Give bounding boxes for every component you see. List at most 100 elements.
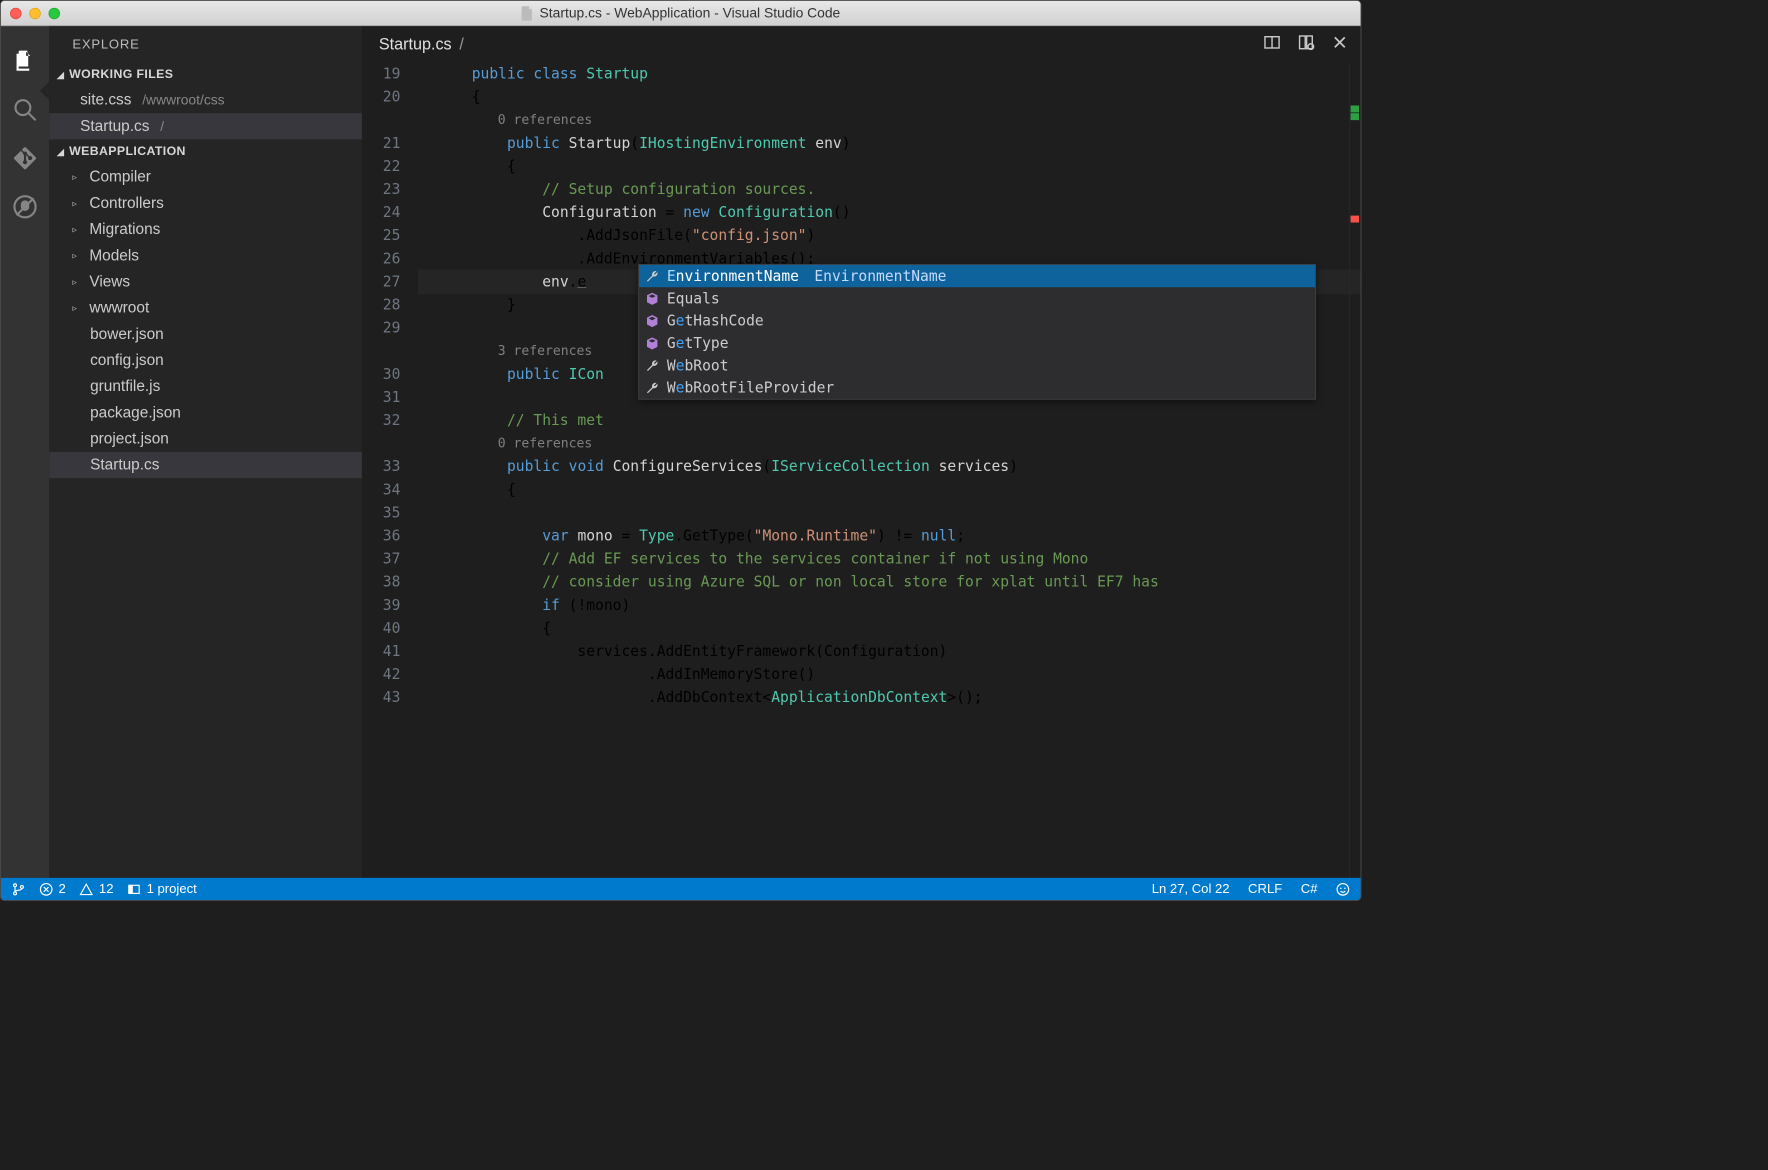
working-file-item[interactable]: site.css/wwwroot/css [49,87,362,113]
activity-explorer[interactable] [1,37,50,86]
working-file-item[interactable]: Startup.cs/ [49,113,362,139]
suggest-widget[interactable]: EnvironmentName EnvironmentNameEqualsGetH… [638,264,1316,400]
code-line: { [419,478,1361,501]
file-name: config.json [90,352,164,370]
folder-name: Compiler [89,168,151,186]
suggest-item[interactable]: WebRootFileProvider [639,377,1315,399]
status-git-sync[interactable] [12,882,26,896]
code-line: .AddInMemoryStore() [419,663,1361,686]
tree-folder[interactable]: ▹Controllers [49,190,362,216]
codelens[interactable]: 0 references [419,109,1361,132]
code-line: .AddJsonFile("config.json") [419,224,1361,247]
overview-mark[interactable] [1351,105,1359,112]
suggest-detail: EnvironmentName [814,264,946,287]
code-line: // consider using Azure SQL or non local… [419,571,1361,594]
line-number [362,109,401,132]
code-line: .AddDbContext<ApplicationDbContext>(); [419,686,1361,709]
file-name: Startup.cs [90,456,159,474]
suggest-item[interactable]: Equals [639,287,1315,309]
suggest-item[interactable]: EnvironmentName EnvironmentName [639,265,1315,287]
tree-file[interactable]: gruntfile.js [49,373,362,399]
line-number: 43 [362,686,401,709]
error-icon [39,882,53,896]
file-name: project.json [90,430,169,448]
line-number: 39 [362,594,401,617]
line-number: 36 [362,524,401,547]
suggest-label: GetType [667,331,729,354]
chevron-right-icon: ▹ [72,276,83,287]
status-language[interactable]: C# [1301,881,1318,896]
overview-mark[interactable] [1351,113,1359,120]
activity-bar [1,26,50,878]
code-line: { [419,617,1361,640]
suggest-label: EnvironmentName [667,264,799,287]
tree-file[interactable]: package.json [49,400,362,426]
line-number: 34 [362,478,401,501]
editor-body[interactable]: 1920212223242526272829303132333435363738… [362,62,1361,877]
tab-filename: Startup.cs [379,35,452,53]
status-cursor-pos[interactable]: Ln 27, Col 22 [1152,881,1230,896]
tree-folder[interactable]: ▹Compiler [49,164,362,190]
code-line: { [419,155,1361,178]
suggest-item[interactable]: GetHashCode [639,310,1315,332]
line-number: 30 [362,363,401,386]
overview-ruler[interactable] [1349,62,1361,877]
editor-tab-active[interactable]: Startup.cs / [379,35,464,53]
editor-tab-bar: Startup.cs / [362,26,1361,62]
close-editor-button[interactable] [1331,34,1348,55]
status-warnings[interactable]: 12 [80,881,114,896]
toggle-view-button[interactable] [1297,34,1314,55]
status-errors[interactable]: 2 [39,881,66,896]
code-line: public Startup(IHostingEnvironment env) [419,132,1361,155]
suggest-item[interactable]: WebRoot [639,354,1315,376]
line-number: 41 [362,640,401,663]
sidebar-pointer [40,80,51,102]
status-feedback[interactable] [1336,882,1350,896]
file-dirty-indicator: / [160,118,164,134]
project-header[interactable]: ◢ WEBAPPLICATION [49,139,362,164]
line-number: 24 [362,201,401,224]
line-number: 37 [362,547,401,570]
suggest-item[interactable]: GetType [639,332,1315,354]
folder-name: Views [89,273,130,291]
tree-file[interactable]: project.json [49,426,362,452]
codelens[interactable]: 0 references [419,432,1361,455]
status-eol[interactable]: CRLF [1248,881,1282,896]
tree-folder[interactable]: ▹wwwroot [49,295,362,321]
activity-git[interactable] [1,134,50,183]
activity-debug[interactable] [1,182,50,231]
line-number: 31 [362,386,401,409]
file-name: site.css [80,91,131,109]
warning-count: 12 [99,881,114,896]
overview-mark[interactable] [1351,216,1359,223]
tree-folder[interactable]: ▹Migrations [49,216,362,242]
suggest-kind-icon [645,381,659,395]
tree-file[interactable]: bower.json [49,321,362,347]
suggest-kind-icon [645,336,659,350]
code-line: public class Startup [419,62,1361,85]
tree-folder[interactable]: ▹ Views [49,269,362,295]
tree-file[interactable]: Startup.cs [49,452,362,478]
code-line: services.AddEntityFramework(Configuratio… [419,640,1361,663]
suggest-kind-icon [645,291,659,305]
file-path: /wwwroot/css [142,92,224,108]
code-line [419,501,1361,524]
files-icon [12,49,37,74]
line-number: 42 [362,663,401,686]
tree-folder[interactable]: ▹Models [49,243,362,269]
smiley-icon [1336,882,1350,896]
suggest-kind-icon [645,314,659,328]
split-editor-button[interactable] [1264,34,1281,55]
git-icon [12,146,37,171]
search-icon [12,97,37,122]
line-number: 19 [362,62,401,85]
line-number: 26 [362,247,401,270]
status-project[interactable]: 1 project [127,881,196,896]
chevron-right-icon: ▹ [72,224,83,235]
tree-file[interactable]: config.json [49,347,362,373]
diff-icon [1297,34,1314,51]
project-icon [127,882,141,896]
code-content[interactable]: public class Startup { 0 references publ… [419,62,1361,877]
working-files-header[interactable]: ◢ WORKING FILES [49,62,362,87]
line-number: 21 [362,132,401,155]
